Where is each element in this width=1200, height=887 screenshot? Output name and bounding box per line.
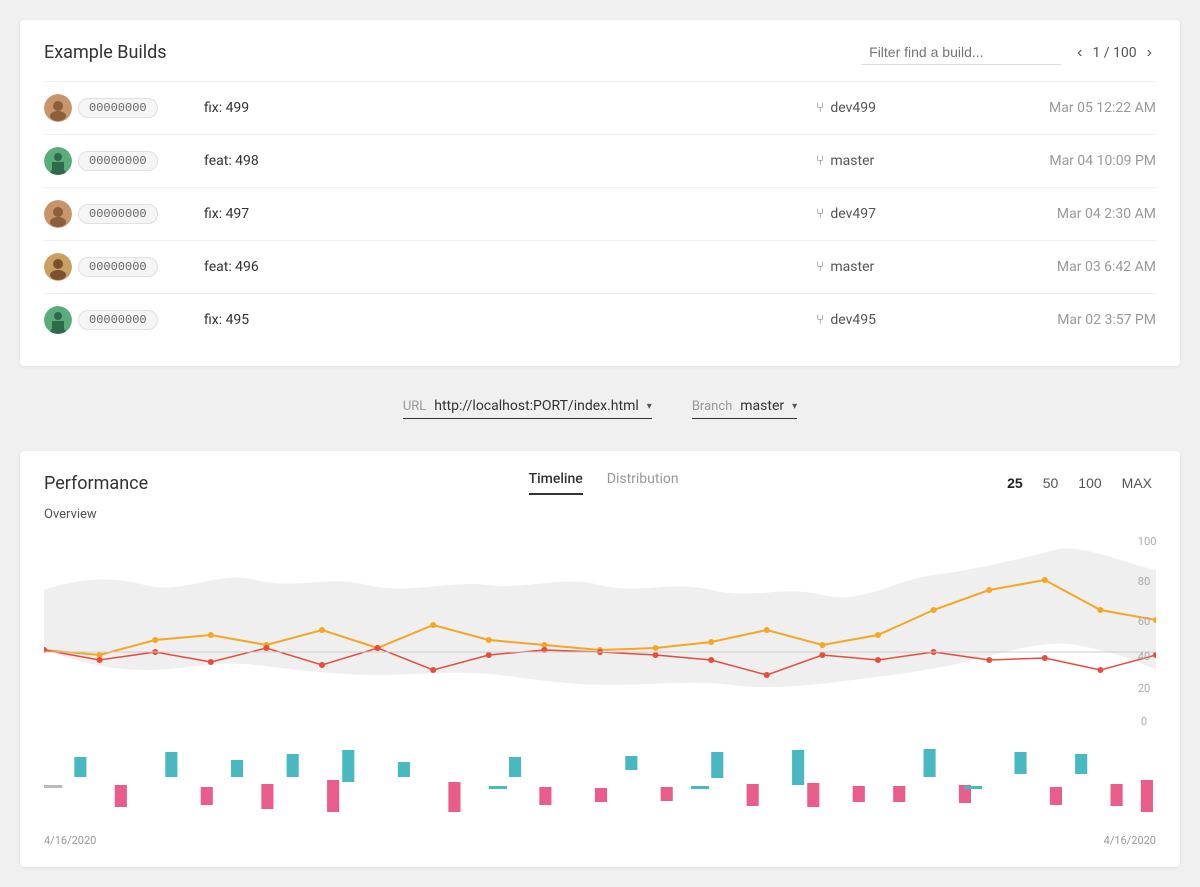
- build-id: 00000000: [78, 204, 158, 224]
- build-badge: 00000000: [44, 94, 204, 122]
- branch-name: dev495: [830, 312, 876, 328]
- tab-timeline[interactable]: Timeline: [529, 471, 583, 495]
- date-end: 4/16/2020: [1104, 834, 1156, 847]
- build-name: fix: 495: [204, 312, 816, 328]
- branch-name: master: [830, 259, 874, 275]
- table-row[interactable]: 00000000 feat: 496 ⑂ master Mar 03 6:42 …: [44, 240, 1156, 293]
- avatar: [44, 94, 72, 122]
- build-date: Mar 04 10:09 PM: [976, 153, 1156, 169]
- branch-dropdown-icon: ▾: [792, 401, 797, 412]
- count-25-button[interactable]: 25: [1003, 473, 1027, 493]
- build-date: Mar 04 2:30 AM: [976, 206, 1156, 222]
- date-start: 4/16/2020: [44, 834, 96, 847]
- svg-text:80: 80: [1138, 575, 1150, 588]
- branch-control[interactable]: Branch master ▾: [692, 398, 797, 419]
- build-branch: ⑂ master: [816, 259, 976, 275]
- builds-list: 00000000 fix: 499 ⑂ dev499 Mar 05 12:22 …: [44, 81, 1156, 346]
- branch-value: master: [740, 398, 784, 414]
- table-row[interactable]: 00000000 fix: 499 ⑂ dev499 Mar 05 12:22 …: [44, 81, 1156, 134]
- filter-input[interactable]: [861, 40, 1061, 65]
- branch-icon: ⑂: [816, 312, 824, 328]
- build-date: Mar 03 6:42 AM: [976, 259, 1156, 275]
- branch-icon: ⑂: [816, 259, 824, 275]
- svg-text:20: 20: [1138, 682, 1150, 695]
- build-name: fix: 499: [204, 100, 816, 116]
- table-row[interactable]: 00000000 fix: 495 ⑂ dev495 Mar 02 3:57 P…: [44, 293, 1156, 346]
- overview-label: Overview: [44, 507, 1156, 522]
- build-date: Mar 02 3:57 PM: [976, 312, 1156, 328]
- build-badge: 00000000: [44, 253, 204, 281]
- build-branch: ⑂ dev497: [816, 206, 976, 222]
- builds-header: Example Builds ‹ 1 / 100 ›: [44, 40, 1156, 65]
- avatar: [44, 147, 72, 175]
- page-title: Example Builds: [44, 42, 167, 63]
- table-row[interactable]: 00000000 feat: 498 ⑂ master Mar 04 10:09…: [44, 134, 1156, 187]
- build-name: fix: 497: [204, 206, 816, 222]
- build-badge: 00000000: [44, 147, 204, 175]
- build-branch: ⑂ dev495: [816, 312, 976, 328]
- branch-name: master: [830, 153, 874, 169]
- tab-distribution[interactable]: Distribution: [607, 471, 679, 495]
- performance-card: Performance Timeline Distribution 25 50 …: [20, 451, 1180, 867]
- branch-name: dev499: [830, 100, 876, 116]
- url-branch-bar: URL http://localhost:PORT/index.html ▾ B…: [20, 390, 1180, 427]
- count-100-button[interactable]: 100: [1074, 473, 1105, 493]
- avatar: [44, 306, 72, 334]
- build-branch: ⑂ dev499: [816, 100, 976, 116]
- performance-header: Performance Timeline Distribution 25 50 …: [44, 471, 1156, 495]
- branch-icon: ⑂: [816, 206, 824, 222]
- url-value: http://localhost:PORT/index.html: [434, 398, 639, 414]
- build-name: feat: 496: [204, 259, 816, 275]
- perf-count-controls: 25 50 100 MAX: [1003, 473, 1156, 493]
- build-id: 00000000: [78, 98, 158, 118]
- page-container: Example Builds ‹ 1 / 100 › 00000000 fix:…: [20, 20, 1180, 867]
- pagination: ‹ 1 / 100 ›: [1073, 42, 1156, 64]
- count-max-button[interactable]: MAX: [1118, 473, 1156, 493]
- build-id: 00000000: [78, 257, 158, 277]
- branch-icon: ⑂: [816, 153, 824, 169]
- svg-text:60: 60: [1138, 615, 1150, 628]
- perf-tabs: Timeline Distribution: [204, 471, 1003, 495]
- build-badge: 00000000: [44, 200, 204, 228]
- prev-page-button[interactable]: ‹: [1073, 42, 1086, 64]
- build-date: Mar 05 12:22 AM: [976, 100, 1156, 116]
- build-id: 00000000: [78, 151, 158, 171]
- builds-card: Example Builds ‹ 1 / 100 › 00000000 fix:…: [20, 20, 1180, 366]
- branch-name: dev497: [830, 206, 876, 222]
- build-badge: 00000000: [44, 306, 204, 334]
- builds-controls: ‹ 1 / 100 ›: [861, 40, 1156, 65]
- table-row[interactable]: 00000000 fix: 497 ⑂ dev497 Mar 04 2:30 A…: [44, 187, 1156, 240]
- performance-title: Performance: [44, 473, 204, 494]
- bar-chart: [44, 742, 1156, 822]
- svg-text:100: 100: [1138, 535, 1156, 548]
- build-branch: ⑂ master: [816, 153, 976, 169]
- pagination-display: 1 / 100: [1092, 45, 1136, 61]
- build-name: feat: 498: [204, 153, 816, 169]
- branch-icon: ⑂: [816, 100, 824, 116]
- build-id: 00000000: [78, 310, 158, 330]
- avatar: [44, 200, 72, 228]
- chart-dates: 4/16/2020 4/16/2020: [44, 834, 1156, 847]
- url-control[interactable]: URL http://localhost:PORT/index.html ▾: [403, 398, 652, 419]
- url-label: URL: [403, 399, 426, 414]
- line-chart: 100 80 60 40 20 0: [44, 530, 1156, 730]
- avatar: [44, 253, 72, 281]
- branch-label: Branch: [692, 399, 732, 414]
- chart-container: 100 80 60 40 20 0: [44, 530, 1156, 847]
- next-page-button[interactable]: ›: [1143, 42, 1156, 64]
- url-dropdown-icon: ▾: [647, 401, 652, 412]
- svg-text:0: 0: [1141, 715, 1147, 728]
- count-50-button[interactable]: 50: [1039, 473, 1063, 493]
- svg-text:40: 40: [1138, 650, 1150, 663]
